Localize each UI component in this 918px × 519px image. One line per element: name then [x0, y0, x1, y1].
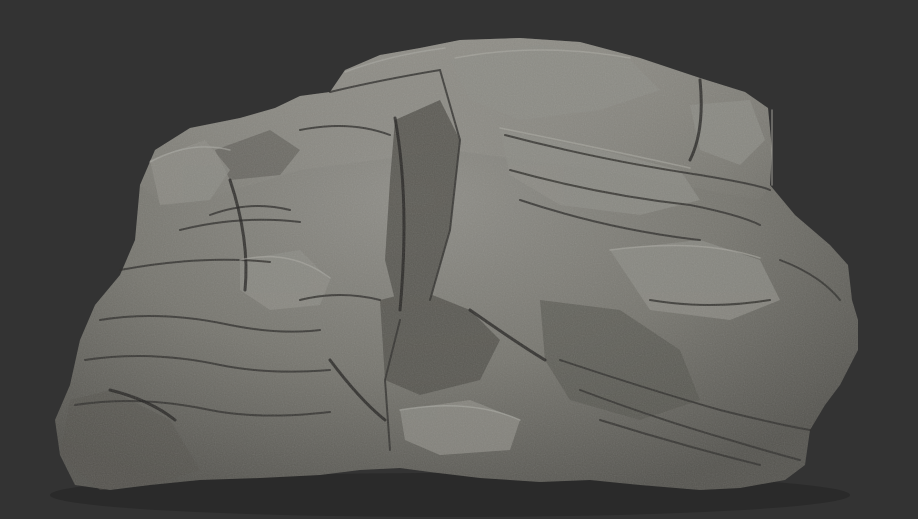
rock-sculpt-render: [50, 38, 858, 517]
rock-surface-texture: [55, 38, 858, 490]
3d-viewport[interactable]: [0, 0, 918, 519]
